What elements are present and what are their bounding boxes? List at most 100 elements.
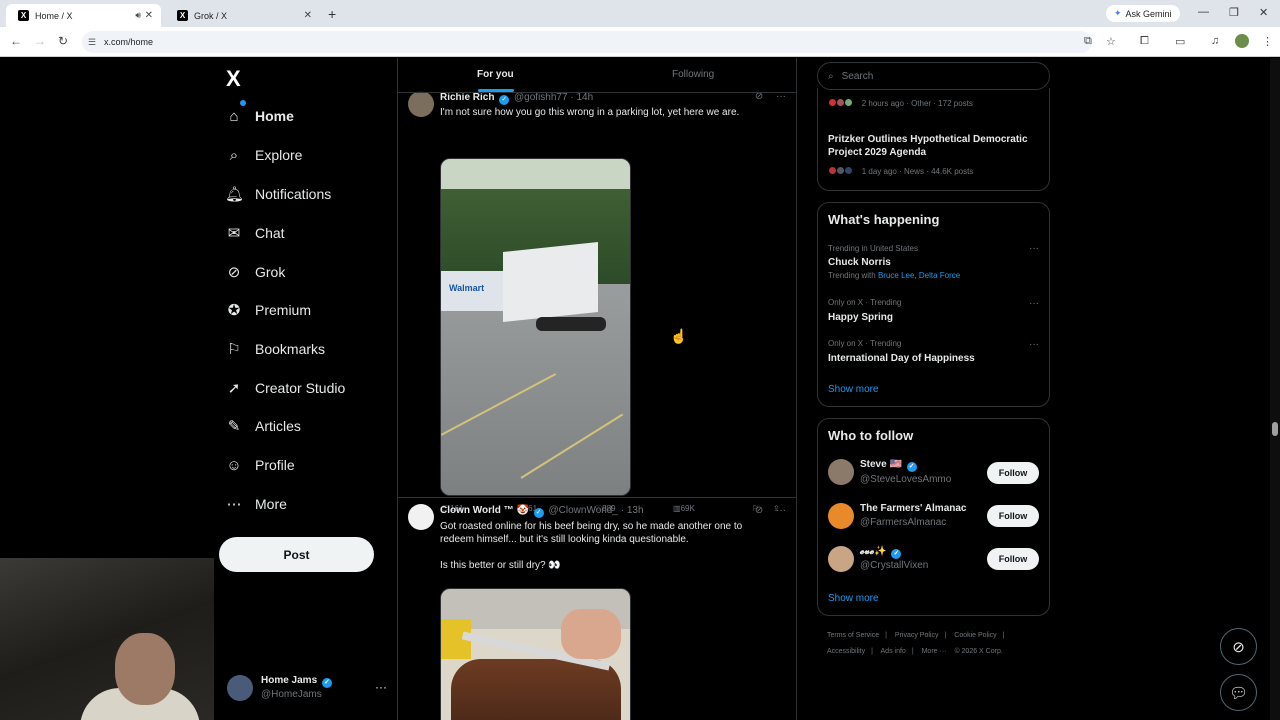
tweet[interactable]: Clown World ™ 🤡 ✓ @ClownWorld_ · 13h ⊘ ·… xyxy=(398,502,796,720)
media-control-icon[interactable]: ♫ xyxy=(1211,35,1219,47)
tweet[interactable]: Richie Rich ✓ @gofishh77 · 14h ⊘ ··· I'm… xyxy=(398,88,796,513)
nav-creator-studio[interactable]: ➚ Creator Studio xyxy=(225,374,346,402)
grok-explain-icon[interactable]: ⊘ xyxy=(755,505,763,516)
tweet-time[interactable]: · 13h xyxy=(621,505,644,516)
footer-link[interactable]: Privacy Policy xyxy=(895,632,939,639)
show-more-link[interactable]: Show more xyxy=(828,384,879,395)
tweet-video[interactable] xyxy=(440,588,631,720)
tweet-time[interactable]: · 14h xyxy=(570,92,593,103)
install-app-icon[interactable]: ⧉ xyxy=(1084,35,1092,48)
minimize-icon[interactable]: — xyxy=(1198,6,1209,18)
search-icon: ⌕ xyxy=(828,70,834,82)
author-name[interactable]: Richie Rich xyxy=(440,92,494,103)
forward-icon[interactable]: → xyxy=(34,34,46,48)
tab-home[interactable]: X Home / X 🔊︎ ✕ xyxy=(6,4,161,27)
search-box[interactable]: ⌕ Search xyxy=(817,62,1050,90)
nav-explore[interactable]: ⌕ Explore xyxy=(225,141,303,169)
trend-name[interactable]: International Day of Happiness xyxy=(828,352,975,365)
nav-bookmarks[interactable]: ⚐ Bookmarks xyxy=(225,335,325,363)
reload-icon[interactable]: ↻ xyxy=(58,34,68,48)
user-name: Steve 🇺🇸 xyxy=(860,459,902,470)
search-input[interactable]: Search xyxy=(842,71,874,82)
avatar[interactable] xyxy=(828,503,854,529)
grok-icon: ⊘ xyxy=(1232,638,1245,656)
footer-link[interactable]: Ads info xyxy=(881,648,906,655)
cast-icon[interactable]: ▭ xyxy=(1175,35,1185,48)
nav-grok[interactable]: ⊘ Grok xyxy=(225,258,286,286)
author-name[interactable]: Clown World ™ 🤡 xyxy=(440,505,529,516)
nav-label: Grok xyxy=(255,264,286,280)
trend-with-links[interactable]: Bruce Lee, Delta Force xyxy=(878,271,960,280)
webcam-overlay xyxy=(0,558,214,720)
ask-gemini-button[interactable]: ✦ Ask Gemini xyxy=(1106,5,1180,22)
bookmark-star-icon[interactable]: ☆ xyxy=(1106,35,1116,48)
tweet-video[interactable]: Walmart xyxy=(440,158,631,496)
account-more-icon[interactable]: ··· xyxy=(375,680,387,694)
footer-link[interactable]: More ··· xyxy=(922,648,947,655)
tab-for-you[interactable]: For you xyxy=(477,69,514,80)
restore-icon[interactable]: ❐ xyxy=(1229,6,1239,19)
avatar[interactable] xyxy=(828,459,854,485)
chat-bubble-icon: 💬︎ xyxy=(1228,684,1249,702)
trend-context: Only on X · Trending xyxy=(828,339,902,348)
nav-home[interactable]: ⌂ Home xyxy=(225,100,294,130)
new-tab-button[interactable]: + xyxy=(328,6,336,22)
site-info-icon[interactable]: ☰ xyxy=(88,37,96,48)
nav-articles[interactable]: ✎ Articles xyxy=(225,412,301,440)
avatar[interactable] xyxy=(408,504,434,530)
more-options-icon[interactable]: ··· xyxy=(776,505,786,516)
trend-more-icon[interactable]: ··· xyxy=(1029,339,1039,350)
nav-notifications[interactable]: 🔔︎ Notifications xyxy=(225,180,331,208)
nav-premium[interactable]: ✪ Premium xyxy=(225,296,311,324)
close-window-icon[interactable]: ✕ xyxy=(1259,6,1268,19)
trend-more-icon[interactable]: ··· xyxy=(1029,243,1039,254)
tweet-header: Richie Rich ✓ @gofishh77 · 14h xyxy=(440,92,593,105)
user-handle[interactable]: @CrystallVixen xyxy=(860,560,928,571)
close-tab-icon[interactable]: ✕ xyxy=(145,10,153,21)
news-title[interactable]: Pritzker Outlines Hypothetical Democrati… xyxy=(828,133,1043,159)
author-handle[interactable]: @gofishh77 xyxy=(514,92,568,103)
back-icon[interactable]: ← xyxy=(10,34,22,48)
user-name[interactable]: The Farmers' Almanac xyxy=(860,503,967,514)
user-name-row[interactable]: 𝓮𝓿𝓮✨ ✓ xyxy=(860,546,903,559)
footer-link[interactable]: Accessibility xyxy=(827,648,865,655)
footer-link[interactable]: Terms of Service xyxy=(827,632,879,639)
verified-badge-icon: ✓ xyxy=(891,549,902,559)
grok-floating-button[interactable]: ⊘ xyxy=(1220,628,1257,665)
author-handle[interactable]: @ClownWorld_ xyxy=(549,505,618,516)
user-handle[interactable]: @SteveLovesAmmo xyxy=(860,474,951,485)
profile-avatar-icon[interactable] xyxy=(1235,34,1249,48)
account-switcher[interactable]: Home Jams ✓ @HomeJams ··· xyxy=(227,672,387,708)
home-timeline: Richie Rich ✓ @gofishh77 · 14h ⊘ ··· I'm… xyxy=(397,58,797,720)
nav-profile[interactable]: ☺ Profile xyxy=(225,451,294,479)
follow-button[interactable]: Follow xyxy=(987,548,1039,570)
nav-chat[interactable]: ✉ Chat xyxy=(225,219,285,247)
user-handle[interactable]: @FarmersAlmanac xyxy=(860,517,946,528)
tab-title: Grok / X xyxy=(194,10,228,21)
nav-label: Notifications xyxy=(255,186,332,202)
post-button[interactable]: Post xyxy=(219,537,374,572)
page-scrollbar[interactable] xyxy=(1270,58,1280,720)
trend-name[interactable]: Happy Spring xyxy=(828,311,893,324)
avatar[interactable] xyxy=(408,91,434,117)
trend-name[interactable]: Chuck Norris xyxy=(828,256,891,269)
mouse-pointer-icon: ☝ xyxy=(670,328,688,344)
trend-more-icon[interactable]: ··· xyxy=(1029,298,1039,309)
speaker-icon[interactable]: 🔊︎ xyxy=(135,10,141,21)
scroll-thumb[interactable] xyxy=(1272,422,1278,436)
messages-floating-button[interactable]: 💬︎ xyxy=(1220,674,1257,711)
address-bar[interactable]: ☰ x.com/home xyxy=(82,31,1092,53)
user-name-row[interactable]: Steve 🇺🇸 ✓ xyxy=(860,459,919,472)
show-more-link[interactable]: Show more xyxy=(828,593,879,604)
nav-more[interactable]: ⋯ More xyxy=(225,490,287,518)
tab-grok[interactable]: X Grok / X ✕ xyxy=(165,4,320,27)
extensions-icon[interactable]: ⧠ xyxy=(1140,35,1149,48)
avatar[interactable] xyxy=(828,546,854,572)
x-logo-icon[interactable]: X xyxy=(226,66,241,92)
menu-kebab-icon[interactable]: ⋮ xyxy=(1262,35,1273,48)
follow-button[interactable]: Follow xyxy=(987,505,1039,527)
follow-button[interactable]: Follow xyxy=(987,462,1039,484)
close-tab-icon[interactable]: ✕ xyxy=(304,10,312,21)
tab-following[interactable]: Following xyxy=(672,69,714,80)
footer-link[interactable]: Cookie Policy xyxy=(954,632,996,639)
